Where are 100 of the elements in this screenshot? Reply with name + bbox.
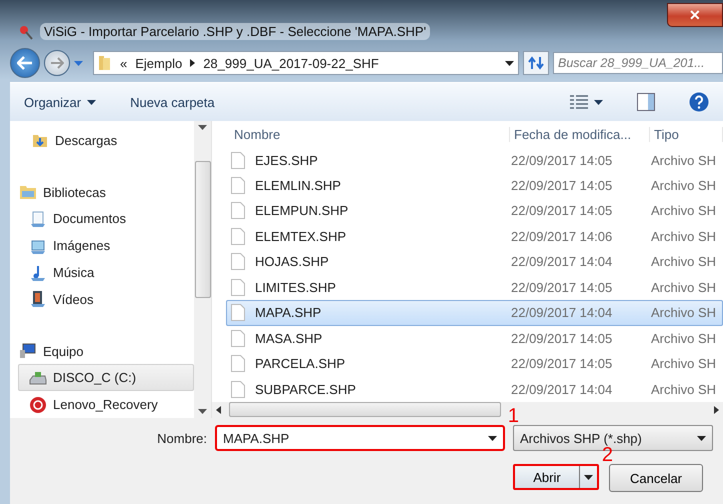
name-label: Nombre: [157, 430, 207, 446]
cancel-button[interactable]: Cancelar [609, 464, 703, 492]
chevron-icon [190, 59, 196, 67]
help-button[interactable] [689, 92, 709, 112]
file-type: Archivo SH [651, 254, 718, 270]
file-type: Archivo SH [651, 280, 718, 295]
recovery-icon [29, 396, 47, 414]
file-icon [231, 253, 245, 270]
file-row[interactable]: ELEMTEX.SHP 22/09/2017 14:06 Archivo SH [226, 224, 723, 250]
file-date: 22/09/2017 14:05 [511, 356, 614, 372]
video-icon [29, 290, 47, 308]
file-date: 22/09/2017 14:04 [511, 305, 614, 320]
file-type: Archivo SH [651, 228, 718, 244]
folder-icon [98, 54, 112, 72]
file-type: Archivo SH [651, 330, 718, 346]
file-date: 22/09/2017 14:04 [511, 254, 614, 270]
refresh-button[interactable] [523, 51, 549, 75]
address-caret-icon [505, 60, 514, 66]
back-arrow-icon [17, 56, 33, 70]
file-row[interactable]: ELEMLIN.SHP 22/09/2017 14:05 Archivo SH [226, 172, 723, 198]
file-row[interactable]: EJES.SHP 22/09/2017 14:05 Archivo SH [226, 147, 723, 173]
music-icon [29, 264, 47, 282]
file-name: HOJAS.SHP [255, 254, 329, 270]
sidebar-item[interactable]: Documentos [18, 206, 194, 232]
search-field[interactable]: Buscar 28_999_UA_201... [553, 52, 723, 74]
sidebar-item[interactable]: Imágenes [18, 232, 194, 260]
file-name: LIMITES.SHP [255, 280, 336, 295]
open-button[interactable]: Abrir [515, 466, 579, 488]
file-name: ELEMTEX.SHP [255, 228, 346, 244]
forward-button[interactable] [44, 50, 70, 76]
open-menu-button[interactable] [579, 466, 597, 488]
sidebar-item[interactable]: DISCO_C (C:) [18, 364, 194, 392]
address-bar[interactable]: « Ejemplo 28_999_UA_2017-09-22_SHF [93, 51, 519, 75]
file-name: ELEMLIN.SHP [255, 178, 341, 193]
sidebar-item[interactable]: Equipo [18, 338, 194, 364]
column-header[interactable]: Fecha de modifica... [510, 126, 650, 142]
file-type: Archivo SH [651, 203, 718, 218]
file-name: MASA.SHP [255, 330, 322, 346]
file-icon [231, 152, 245, 169]
preview-pane-button[interactable] [637, 93, 655, 111]
column-header[interactable]: Tipo [650, 126, 723, 142]
sidebar-scrollbar[interactable] [194, 121, 211, 418]
back-button[interactable] [10, 48, 40, 78]
file-type: Archivo SH [651, 178, 718, 193]
breadcrumb[interactable]: Ejemplo [135, 56, 182, 70]
file-row[interactable]: SUBPARCE.SHP 22/09/2017 14:04 Archivo SH [226, 376, 723, 402]
file-icon [231, 177, 245, 194]
organize-button[interactable]: Organizar [24, 94, 96, 110]
caret-icon [594, 100, 603, 104]
file-icon [231, 228, 245, 245]
forward-arrow-icon [50, 57, 64, 69]
close-button[interactable]: ✕ [667, 3, 723, 27]
file-icon [231, 278, 245, 296]
file-date: 22/09/2017 14:06 [511, 228, 614, 244]
file-date: 22/09/2017 14:05 [511, 178, 614, 193]
file-date: 22/09/2017 14:05 [511, 152, 614, 168]
file-row[interactable]: MASA.SHP 22/09/2017 14:05 Archivo SH [226, 326, 723, 352]
caret-icon [584, 474, 593, 480]
column-header[interactable]: Nombre [230, 126, 510, 142]
file-row[interactable]: MAPA.SHP 22/09/2017 14:04 Archivo SH [226, 300, 723, 326]
file-name: EJES.SHP [255, 152, 318, 168]
window-title: ViSiG - Importar Parcelario .SHP y .DBF - Seleccione 'MAPA.SHP' [40, 23, 430, 40]
file-name: MAPA.SHP [255, 305, 322, 320]
file-icon [231, 202, 245, 220]
file-row[interactable]: HOJAS.SHP 22/09/2017 14:04 Archivo SH [226, 249, 723, 275]
list-view-icon [570, 95, 588, 109]
file-icon [231, 304, 245, 322]
sidebar-item[interactable]: Bibliotecas [18, 178, 194, 206]
address-overflow[interactable]: « [120, 56, 128, 70]
sidebar-item[interactable]: Lenovo_Recovery [18, 391, 194, 418]
file-icon [231, 330, 245, 347]
sidebar-item[interactable]: Música [18, 259, 194, 286]
computer-icon [19, 342, 37, 360]
file-icon [231, 380, 245, 398]
sidebar-item[interactable]: Descargas [18, 127, 194, 154]
scroll-right-icon [714, 406, 719, 414]
library-icon [19, 183, 37, 202]
view-button[interactable] [570, 95, 603, 109]
file-name: SUBPARCE.SHP [255, 382, 356, 397]
file-name: ELEMPUN.SHP [255, 203, 348, 218]
caret-icon [697, 436, 706, 440]
file-name: PARCELA.SHP [255, 356, 346, 372]
file-row[interactable]: PARCELA.SHP 22/09/2017 14:05 Archivo SH [226, 351, 723, 377]
caret-icon [488, 436, 497, 440]
scroll-left-icon [216, 406, 221, 414]
file-row[interactable]: ELEMPUN.SHP 22/09/2017 14:05 Archivo SH [226, 198, 723, 224]
file-row[interactable]: LIMITES.SHP 22/09/2017 14:05 Archivo SH [226, 274, 723, 300]
history-caret-icon [74, 60, 83, 66]
file-icon [231, 355, 245, 372]
file-type: Archivo SH [651, 356, 718, 372]
file-type: Archivo SH [651, 382, 718, 397]
new-folder-button[interactable]: Nueva carpeta [130, 94, 215, 110]
annotation-number: 1 [508, 405, 519, 428]
sidebar-item[interactable]: Vídeos [18, 286, 194, 313]
breadcrumb[interactable]: 28_999_UA_2017-09-22_SHF [203, 56, 379, 70]
document-icon [29, 210, 47, 228]
refresh-arrows-icon [528, 56, 544, 70]
file-date: 22/09/2017 14:04 [511, 382, 614, 397]
scroll-down-icon [198, 409, 207, 414]
file-type: Archivo SH [651, 152, 718, 168]
